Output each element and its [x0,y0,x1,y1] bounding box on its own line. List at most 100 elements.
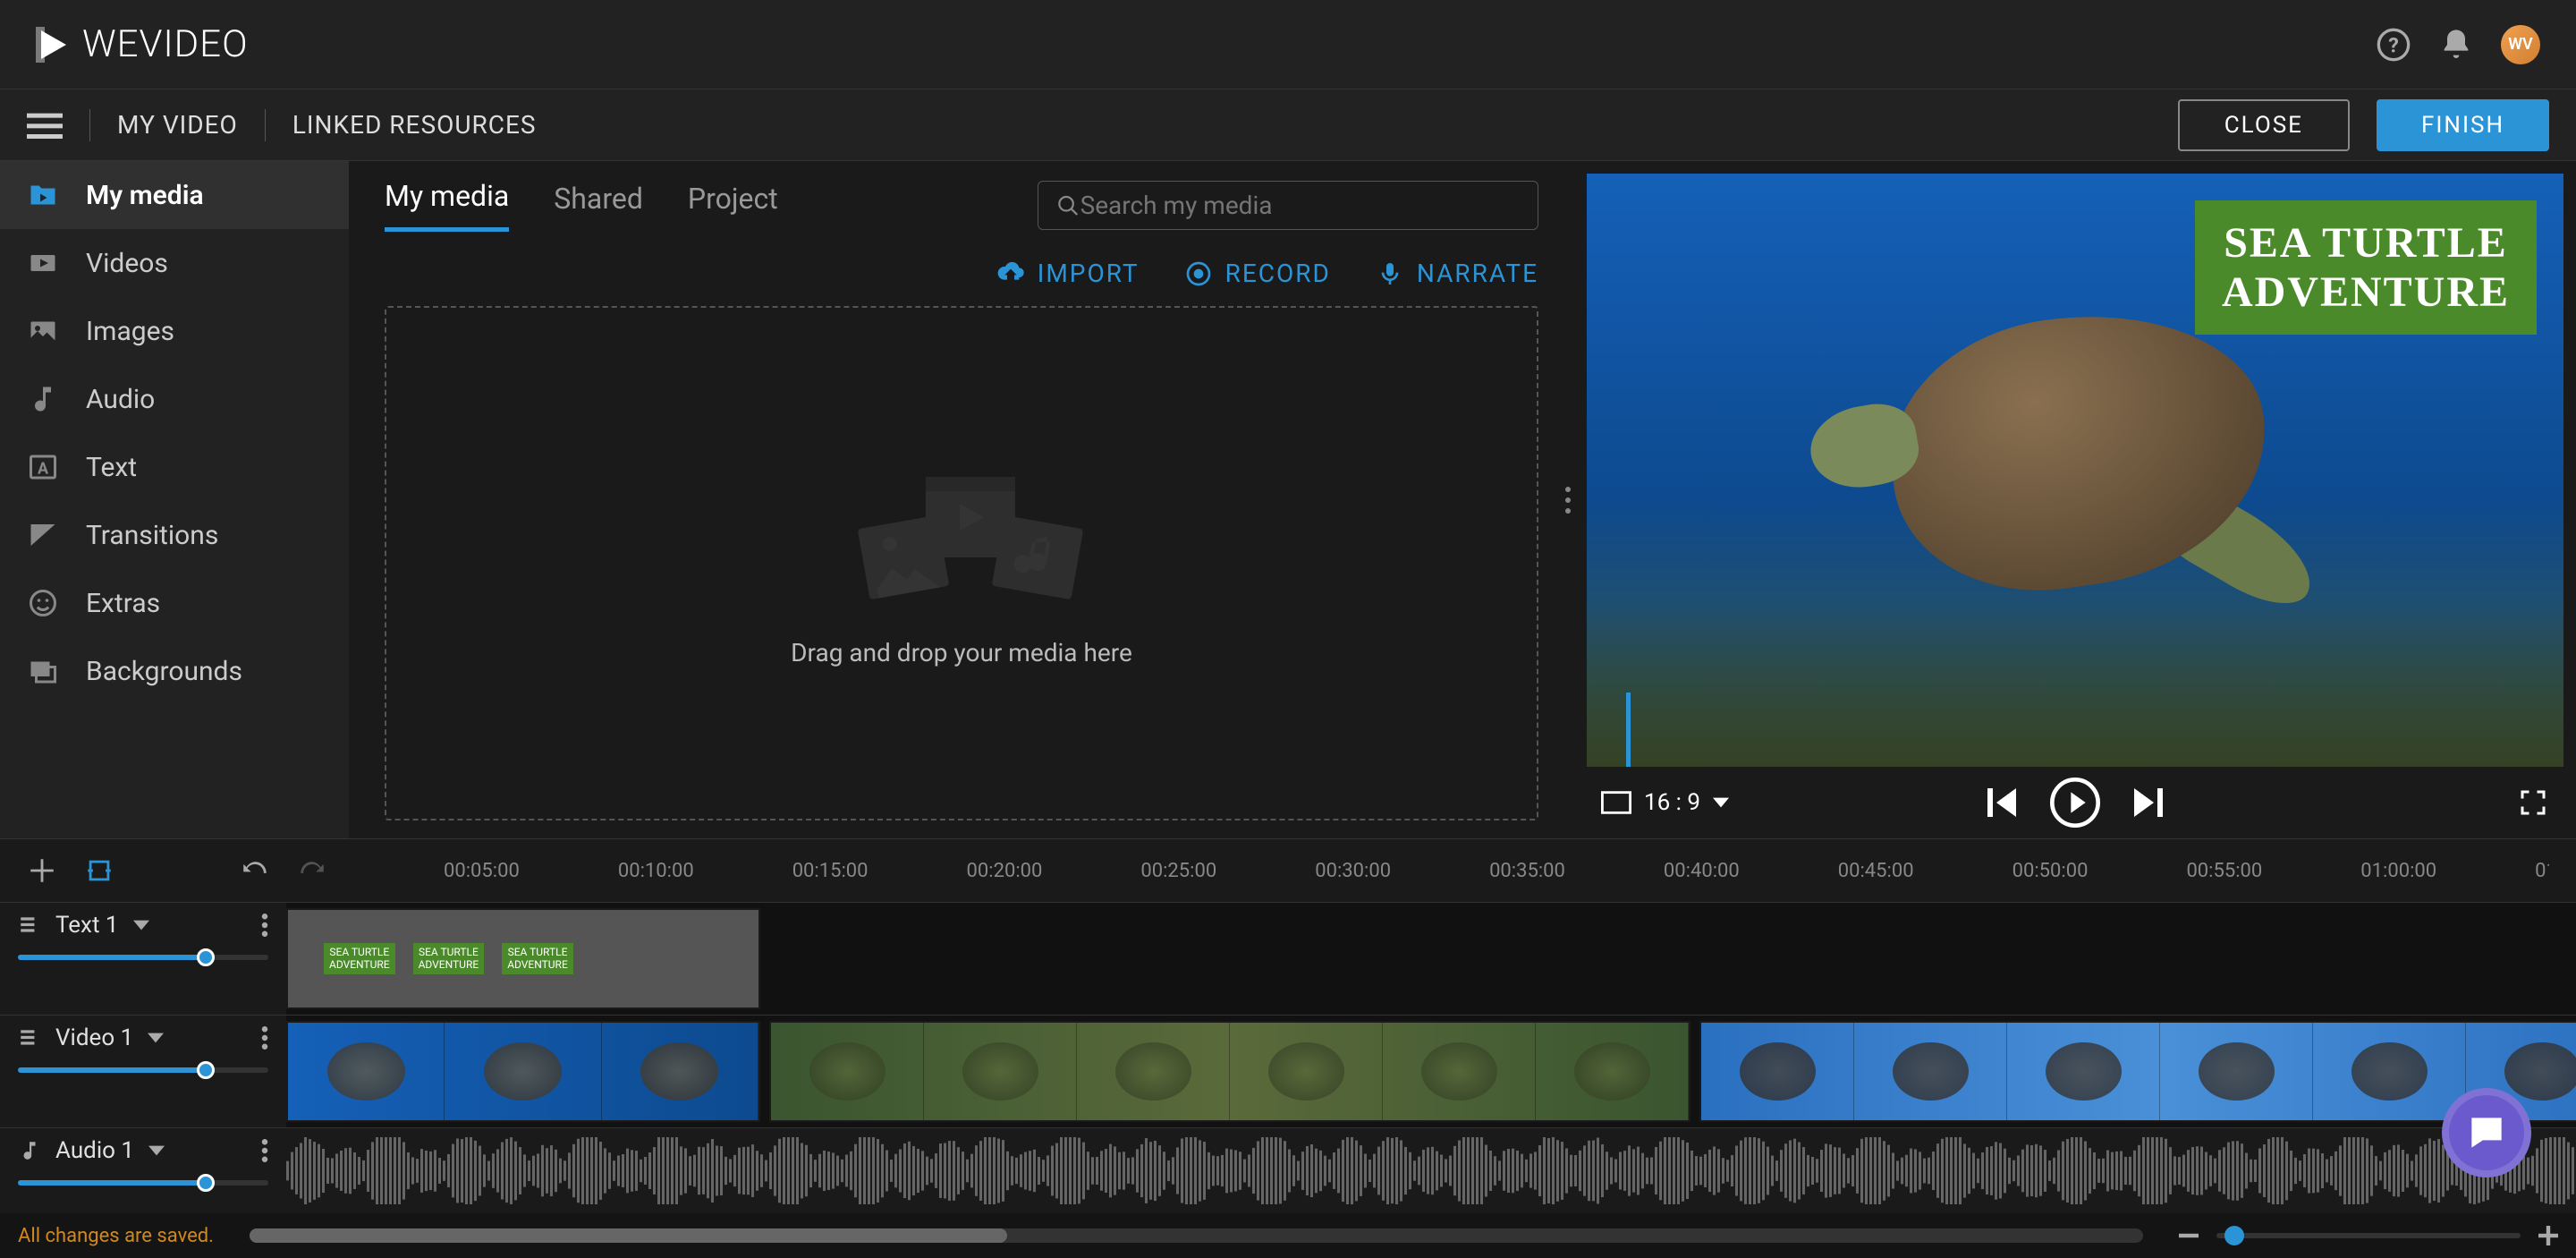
track-volume-slider[interactable] [18,1067,268,1073]
caret-down-icon[interactable] [133,917,149,933]
transition-icon [27,519,59,551]
sidebar-item-my-media[interactable]: My media [0,161,349,229]
undo-button[interactable] [240,855,270,886]
track-opacity-slider[interactable] [18,955,268,960]
title-overlay: SEA TURTLE ADVENTURE [2195,200,2537,335]
tab-shared[interactable]: Shared [554,182,643,230]
snap-toggle[interactable] [84,855,114,886]
track-header: Video 1 [0,1016,286,1127]
layers-icon [18,914,41,937]
bell-icon[interactable] [2438,27,2474,63]
media-panel: My media Shared Project IMPORT RECORD [349,161,1574,838]
import-button[interactable]: IMPORT [996,259,1140,288]
timeline: 00:05:00 00:10:00 00:15:00 00:20:00 00:2… [0,838,2576,1258]
topbar: WEVIDEO ? WV [0,0,2576,89]
aspect-ratio-button[interactable]: 16 : 9 [1601,789,1729,816]
kebab-icon[interactable] [261,914,268,937]
track-header: Audio 1 [0,1128,286,1213]
brand-text: WEVIDEO [82,22,249,66]
backgrounds-icon [27,655,59,687]
sidebar-item-backgrounds[interactable]: Backgrounds [0,637,349,705]
video-icon [27,247,59,279]
sidebar-item-label: Audio [86,384,155,415]
track-content[interactable] [286,1016,2576,1127]
timeline-ruler[interactable]: 00:05:00 00:10:00 00:15:00 00:20:00 00:2… [444,860,2549,882]
video-clip[interactable] [286,1021,760,1122]
narrate-button[interactable]: NARRATE [1376,259,1538,288]
fullscreen-button[interactable] [2517,786,2549,819]
redo-button[interactable] [297,855,327,886]
nav-linked-resources[interactable]: LINKED RESOURCES [292,110,537,140]
sidebar-item-extras[interactable]: Extras [0,569,349,637]
track-video: Video 1 [0,1015,2576,1127]
preview-content [1784,281,2356,657]
text-icon: A [27,451,59,483]
save-status: All changes are saved. [18,1225,214,1247]
avatar[interactable]: WV [2501,25,2540,64]
dropzone-illustration-icon [827,459,1096,620]
text-clip[interactable]: SEA TURTLEADVENTURE SEA TURTLEADVENTURE … [286,908,760,1009]
kebab-icon[interactable] [261,1026,268,1050]
sidebar-item-audio[interactable]: Audio [0,365,349,433]
zoom-out-button[interactable] [2179,1226,2199,1245]
video-canvas[interactable]: SEA TURTLE ADVENTURE [1587,174,2563,767]
track-name: Video 1 [55,1024,133,1051]
sidebar-item-label: Extras [86,588,160,619]
divider [89,109,90,141]
track-name: Audio 1 [55,1137,134,1164]
search-input-wrap[interactable] [1038,181,1538,230]
panel-resize-handle[interactable] [1565,487,1571,514]
video-clip[interactable] [1699,1021,2576,1122]
caret-down-icon[interactable] [148,1030,164,1046]
finish-button[interactable]: FINISH [2377,99,2549,151]
sidebar-item-videos[interactable]: Videos [0,229,349,297]
cloud-upload-icon [996,259,1025,288]
sidebar-item-text[interactable]: A Text [0,433,349,501]
search-icon [1056,193,1080,218]
caret-down-icon [1713,795,1729,811]
search-input[interactable] [1080,191,1520,220]
sidebar-item-label: Images [86,316,174,347]
track-volume-slider[interactable] [18,1180,268,1186]
logo-icon [36,27,72,63]
timeline-scrollbar[interactable] [250,1228,2143,1243]
kebab-icon[interactable] [261,1139,268,1162]
sidebar-item-images[interactable]: Images [0,297,349,365]
dropzone-text: Drag and drop your media here [791,638,1132,667]
caret-down-icon[interactable] [148,1143,165,1159]
track-header: Text 1 [0,903,286,1015]
music-icon [27,383,59,415]
track-content[interactable] [286,1128,2576,1213]
sidebar: My media Videos Images Audio A Text Tran… [0,161,349,838]
track-name: Text 1 [55,912,119,939]
subheader: MY VIDEO LINKED RESOURCES CLOSE FINISH [0,89,2576,161]
sidebar-item-transitions[interactable]: Transitions [0,501,349,569]
music-icon [18,1139,41,1162]
media-dropzone[interactable]: Drag and drop your media here [385,306,1538,820]
hamburger-icon[interactable] [27,107,63,143]
track-content[interactable]: SEA TURTLEADVENTURE SEA TURTLEADVENTURE … [286,903,2576,1015]
close-button[interactable]: CLOSE [2178,99,2350,151]
help-icon[interactable]: ? [2376,27,2411,63]
tab-project[interactable]: Project [688,182,778,230]
logo[interactable]: WEVIDEO [36,22,249,66]
play-button[interactable] [2050,778,2100,828]
nav-my-video[interactable]: MY VIDEO [117,110,238,140]
next-frame-button[interactable] [2127,781,2170,824]
prev-frame-button[interactable] [1980,781,2023,824]
sidebar-item-label: My media [86,180,204,211]
layers-icon [18,1026,41,1050]
zoom-in-button[interactable] [2538,1226,2558,1245]
add-track-button[interactable] [27,855,57,886]
zoom-slider[interactable] [2216,1233,2521,1238]
folder-media-icon [27,179,59,211]
playhead-indicator [1626,693,1631,767]
chat-widget[interactable] [2442,1088,2531,1177]
video-clip[interactable] [769,1021,1690,1122]
audio-clip[interactable] [286,1137,2576,1204]
record-button[interactable]: RECORD [1184,259,1331,288]
preview-panel: SEA TURTLE ADVENTURE 16 : 9 [1574,161,2576,838]
tab-my-media[interactable]: My media [385,179,509,232]
zoom-control [2179,1226,2558,1245]
chat-icon [2464,1110,2509,1155]
